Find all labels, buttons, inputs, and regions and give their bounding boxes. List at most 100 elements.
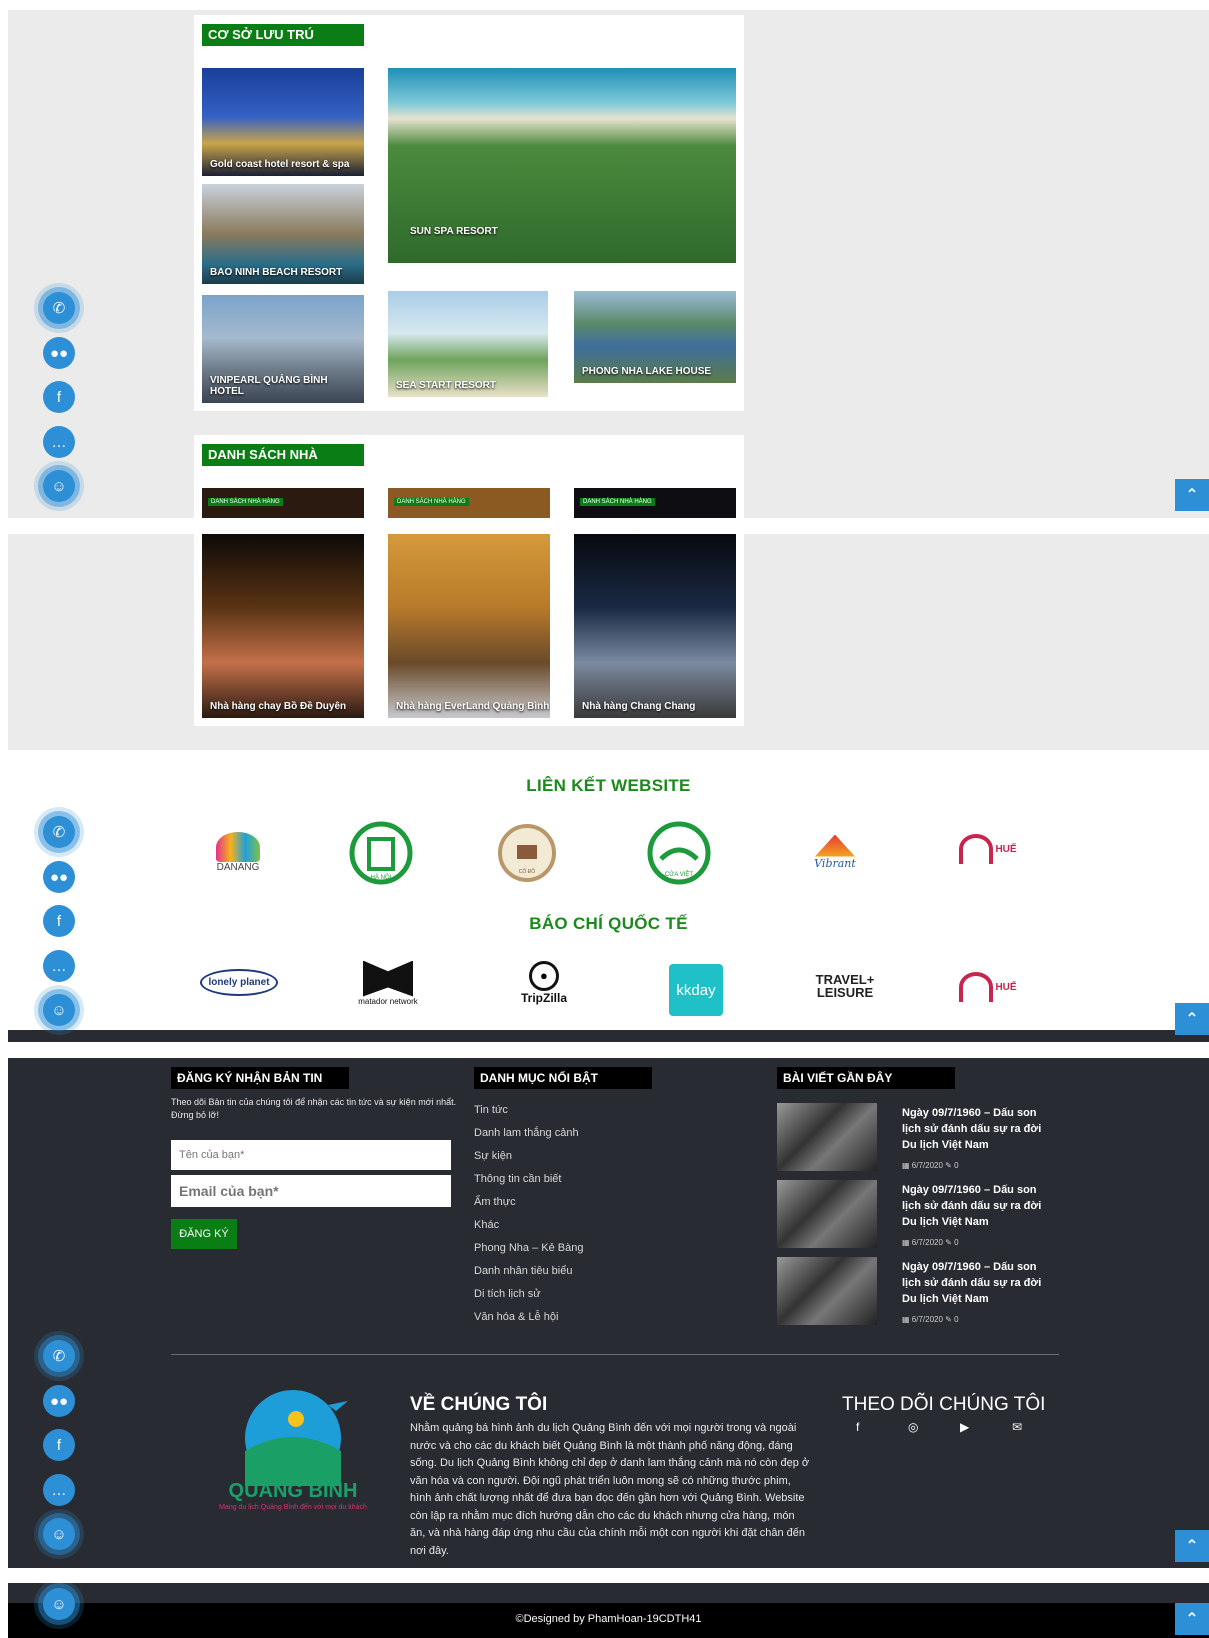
- facebook-messenger-icon[interactable]: f: [43, 905, 75, 937]
- category-link[interactable]: Danh nhân tiêu biểu: [474, 1265, 572, 1277]
- category-link[interactable]: Phong Nha – Kẻ Bàng: [474, 1242, 583, 1254]
- category-link[interactable]: Ẩm thực: [474, 1196, 516, 1208]
- post-meta: ▦ 6/7/2020 ✎ 0: [902, 1315, 959, 1324]
- back-to-top-button[interactable]: ⌃: [1175, 1003, 1209, 1035]
- kkday-logo[interactable]: kkday: [669, 964, 723, 1016]
- mail-icon[interactable]: ✉: [1012, 1420, 1022, 1434]
- user-icon[interactable]: ☺: [43, 470, 75, 502]
- back-to-top-button[interactable]: ⌃: [1175, 479, 1209, 511]
- copyright-bar-top: [8, 1583, 1209, 1603]
- category-link[interactable]: Di tích lịch sử: [474, 1288, 541, 1300]
- facebook-icon[interactable]: f: [856, 1420, 859, 1434]
- cua-viet-logo[interactable]: CỬA VIỆT: [644, 818, 714, 888]
- restaurant-image[interactable]: DANH SÁCH NHÀ HÀNG: [388, 488, 550, 518]
- brand-slogan: Mang du lịch Quảng Bình đến với mọi du k…: [219, 1504, 367, 1511]
- restaurant-image[interactable]: Nhà hàng EverLand Quảng Bình: [388, 534, 550, 718]
- brand-logo: QUẢNG BÌNH Mang du lịch Quảng Bình đến v…: [198, 1383, 388, 1518]
- category-link[interactable]: Văn hóa & Lễ hội: [474, 1311, 558, 1323]
- wechat-icon[interactable]: ●●: [43, 1385, 75, 1417]
- hue-festival-logo[interactable]: HUẾ: [948, 962, 1028, 1012]
- lodging-image[interactable]: SUN SPA RESORT: [388, 68, 736, 263]
- restaurant-image[interactable]: DANH SÁCH NHÀ HÀNG: [202, 488, 364, 518]
- wechat-icon[interactable]: ●●: [43, 337, 75, 369]
- restaurant-caption: Nhà hàng chay Bồ Đề Duyên: [210, 701, 347, 712]
- user-icon[interactable]: ☺: [43, 1518, 75, 1550]
- danang-logo[interactable]: DANANG: [198, 822, 278, 882]
- svg-text:HÀ NỘI: HÀ NỘI: [371, 874, 392, 881]
- lodging-caption: PHONG NHA LAKE HOUSE: [582, 366, 712, 377]
- lodging-image[interactable]: PHONG NHA LAKE HOUSE: [574, 291, 736, 383]
- hanoi-logo[interactable]: HÀ NỘI: [346, 818, 416, 888]
- lodging-strip: CƠ SỞ LƯU TRÚ Gold coast hotel resort & …: [8, 10, 1209, 518]
- lodging-image[interactable]: Gold coast hotel resort & spa: [202, 68, 364, 176]
- restaurant-image[interactable]: Nhà hàng chay Bồ Đề Duyên: [202, 534, 364, 718]
- youtube-icon[interactable]: ▶: [960, 1420, 969, 1434]
- category-link[interactable]: Thông tin cần biết: [474, 1173, 561, 1185]
- lonely-planet-logo[interactable]: lonely planet: [198, 962, 280, 1002]
- lodging-caption: SEA START RESORT: [396, 380, 497, 391]
- travel-leisure-logo[interactable]: TRAVEL+ LEISURE: [808, 968, 882, 1004]
- chat-icon[interactable]: …: [43, 426, 75, 458]
- whatsapp-icon[interactable]: ✆: [43, 292, 75, 324]
- copyright-bar: ©Designed by PhamHoan-19CDTH41 ☺ ⌃: [8, 1583, 1209, 1638]
- restaurant-tag: DANH SÁCH NHÀ HÀNG: [394, 498, 469, 506]
- post-thumbnail[interactable]: [777, 1103, 877, 1171]
- comment-icon: ✎: [945, 1315, 952, 1324]
- email-input[interactable]: [171, 1175, 451, 1207]
- recent-post[interactable]: Ngày 09/7/1960 – Dấu son lịch sử đánh dấ…: [777, 1103, 1057, 1173]
- lodging-title: CƠ SỞ LƯU TRÚ: [202, 24, 364, 46]
- vibrant-logo[interactable]: Vibrant: [798, 824, 872, 880]
- post-title[interactable]: Ngày 09/7/1960 – Dấu son lịch sử đánh dấ…: [902, 1259, 1052, 1307]
- matador-logo[interactable]: matador network: [348, 954, 428, 1012]
- footer-top-edge: [8, 1030, 1209, 1042]
- instagram-icon[interactable]: ◎: [908, 1420, 918, 1434]
- whatsapp-icon[interactable]: ✆: [43, 1340, 75, 1372]
- wechat-icon[interactable]: ●●: [43, 861, 75, 893]
- chat-icon[interactable]: …: [43, 950, 75, 982]
- links-title: LIÊN KẾT WEBSITE: [526, 776, 691, 795]
- restaurant-image[interactable]: DANH SÁCH NHÀ HÀNG: [574, 488, 736, 518]
- facebook-messenger-icon[interactable]: f: [43, 1429, 75, 1461]
- lodging-image[interactable]: BAO NINH BEACH RESORT: [202, 184, 364, 284]
- copyright-text: ©Designed by PhamHoan-19CDTH41: [515, 1613, 702, 1625]
- lodging-caption: BAO NINH BEACH RESORT: [210, 267, 343, 278]
- whatsapp-icon[interactable]: ✆: [43, 816, 75, 848]
- category-link[interactable]: Danh lam thắng cảnh: [474, 1127, 579, 1139]
- category-link[interactable]: Sự kiện: [474, 1150, 512, 1162]
- restaurants-card: DANH SÁCH NHÀ HÀNG DANH SÁCH NHÀ HÀNG DA…: [194, 435, 744, 518]
- restaurant-image[interactable]: Nhà hàng Chang Chang: [574, 534, 736, 718]
- restaurants-continued: Nhà hàng chay Bồ Đề Duyên Nhà hàng EverL…: [8, 534, 1209, 750]
- recent-post[interactable]: Ngày 09/7/1960 – Dấu son lịch sử đánh dấ…: [777, 1180, 1057, 1250]
- about-title: VỀ CHÚNG TÔI: [410, 1394, 548, 1415]
- lodging-image[interactable]: VINPEARL QUẢNG BÌNH HOTEL: [202, 295, 364, 403]
- back-to-top-button[interactable]: ⌃: [1175, 1530, 1209, 1562]
- chat-icon[interactable]: …: [43, 1474, 75, 1506]
- quang-binh-emblem: [245, 1390, 348, 1486]
- name-input[interactable]: [171, 1140, 451, 1170]
- hue-citadel-logo[interactable]: CỐ ĐÔ: [494, 820, 560, 886]
- recent-post[interactable]: Ngày 09/7/1960 – Dấu son lịch sử đánh dấ…: [777, 1257, 1057, 1327]
- recent-title: BÀI VIẾT GẦN ĐÂY: [777, 1067, 955, 1089]
- user-icon[interactable]: ☺: [43, 994, 75, 1026]
- post-thumbnail[interactable]: [777, 1180, 877, 1248]
- category-link[interactable]: Tin tức: [474, 1104, 508, 1116]
- svg-text:CỬA VIỆT: CỬA VIỆT: [665, 870, 693, 878]
- restaurant-tag: DANH SÁCH NHÀ HÀNG: [580, 498, 655, 506]
- categories-title: DANH MỤC NỔI BẬT: [474, 1067, 652, 1089]
- facebook-messenger-icon[interactable]: f: [43, 381, 75, 413]
- post-thumbnail[interactable]: [777, 1257, 877, 1325]
- post-title[interactable]: Ngày 09/7/1960 – Dấu son lịch sử đánh dấ…: [902, 1105, 1052, 1153]
- subscribe-button[interactable]: ĐĂNG KÝ: [171, 1219, 237, 1249]
- category-link[interactable]: Khác: [474, 1219, 499, 1231]
- brand-name: QUẢNG BÌNH: [228, 1480, 358, 1502]
- post-title[interactable]: Ngày 09/7/1960 – Dấu son lịch sử đánh dấ…: [902, 1182, 1052, 1230]
- post-meta: ▦ 6/7/2020 ✎ 0: [902, 1238, 959, 1247]
- lodging-image[interactable]: SEA START RESORT: [388, 291, 548, 397]
- tripzilla-logo[interactable]: ● TripZilla: [508, 954, 580, 1012]
- user-icon[interactable]: ☺: [43, 1588, 75, 1620]
- back-to-top-button[interactable]: ⌃: [1175, 1603, 1209, 1635]
- hue-festival-logo[interactable]: HUẾ: [948, 824, 1028, 874]
- lodging-caption: Gold coast hotel resort & spa: [210, 159, 350, 170]
- newsletter-desc: Theo dõi Bản tin của chúng tôi để nhận c…: [171, 1097, 457, 1120]
- lodging-caption: SUN SPA RESORT: [410, 226, 498, 237]
